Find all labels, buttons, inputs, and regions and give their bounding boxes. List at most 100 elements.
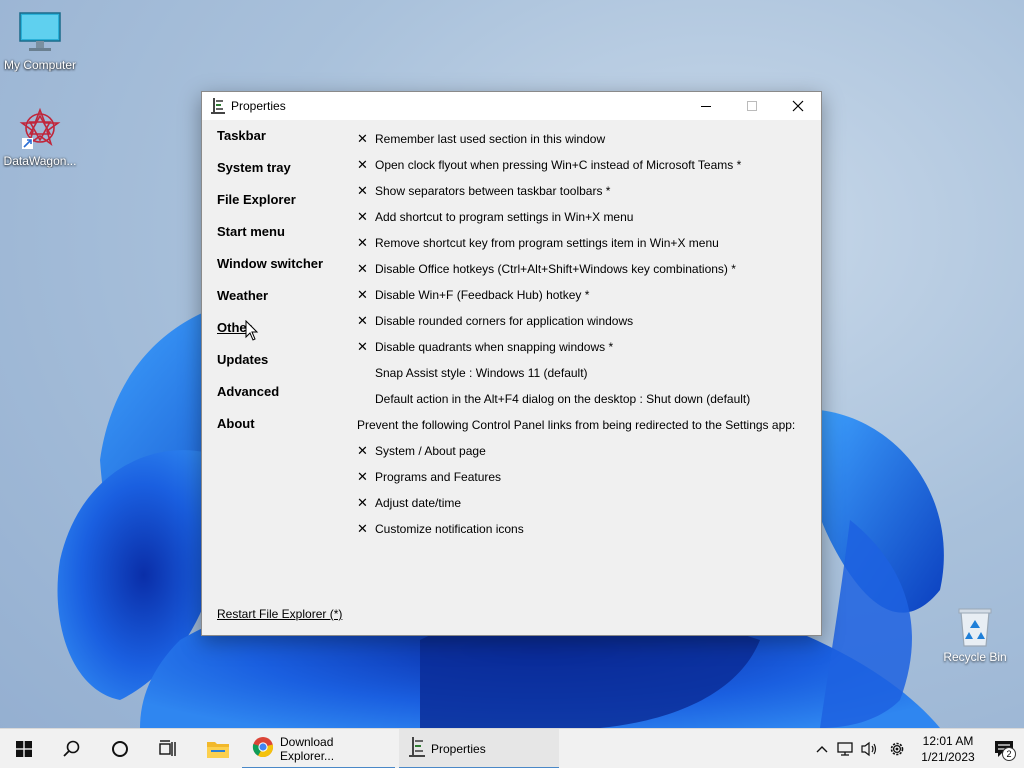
option-row[interactable]: ✕ Open clock flyout when pressing Win+C i…	[357, 152, 812, 178]
desktop-icon-datawagon[interactable]: DataWagon...	[0, 106, 80, 168]
taskbar: Download Explorer... Properties 12:01 AM…	[0, 728, 1024, 768]
nav-item-about[interactable]: About	[217, 416, 347, 448]
volume-button[interactable]	[858, 729, 882, 768]
chrome-icon	[252, 736, 274, 761]
section-nav: Taskbar System tray File Explorer Start …	[217, 128, 347, 448]
windows-logo-icon	[16, 740, 32, 757]
mouse-cursor-icon	[245, 320, 259, 341]
option-row[interactable]: ✕ Remember last used section in this wind…	[357, 126, 812, 152]
close-button[interactable]	[775, 92, 821, 120]
option-row[interactable]: ✕ Disable Office hotkeys (Ctrl+Alt+Shift+…	[357, 256, 812, 282]
option-row[interactable]: ✕ Disable Win+F (Feedback Hub) hotkey *	[357, 282, 812, 308]
checked-x-icon: ✕	[357, 157, 368, 172]
option-row[interactable]: ✕ Customize notification icons	[357, 516, 812, 542]
desktop-icon-recycle-bin[interactable]: Recycle Bin	[940, 606, 1010, 664]
window-titlebar[interactable]: Properties	[202, 92, 821, 120]
nav-item-window-switcher[interactable]: Window switcher	[217, 256, 347, 288]
file-explorer-button[interactable]	[194, 729, 242, 768]
option-row[interactable]: ✕ Disable rounded corners for application…	[357, 308, 812, 334]
minimize-button[interactable]	[683, 92, 729, 120]
restart-explorer-link[interactable]: Restart File Explorer (*)	[217, 607, 342, 621]
taskbar-app-label: Properties	[431, 741, 486, 756]
desktop-icon-label: My Computer	[3, 58, 77, 72]
option-label: Disable Win+F (Feedback Hub) hotkey *	[375, 288, 590, 302]
option-row-alt-f4-action[interactable]: Default action in the Alt+F4 dialog on t…	[357, 386, 812, 412]
taskbar-app-properties[interactable]: Properties	[399, 728, 559, 768]
close-icon	[792, 100, 804, 112]
option-row[interactable]: ✕ System / About page	[357, 438, 812, 464]
task-view-button[interactable]	[144, 729, 192, 768]
properties-icon	[211, 98, 225, 114]
checked-x-icon: ✕	[357, 339, 368, 354]
notification-count-badge: 2	[1002, 747, 1016, 761]
maximize-button[interactable]	[729, 92, 775, 120]
checked-x-icon: ✕	[357, 261, 368, 276]
checked-x-icon: ✕	[357, 235, 368, 250]
option-label: Customize notification icons	[375, 522, 524, 536]
desktop-icon-label: Recycle Bin	[943, 650, 1007, 664]
checked-x-icon: ✕	[357, 313, 368, 328]
checked-x-icon: ✕	[357, 443, 368, 458]
desktop-icon-label: DataWagon...	[3, 154, 77, 168]
option-label: Adjust date/time	[375, 496, 462, 510]
minimize-icon	[701, 106, 711, 107]
checked-x-icon: ✕	[357, 209, 368, 224]
search-button[interactable]	[48, 729, 96, 768]
checked-x-icon: ✕	[357, 495, 368, 510]
option-label: Programs and Features	[375, 470, 502, 484]
option-row[interactable]: ✕ Add shortcut to program settings in Win…	[357, 204, 812, 230]
option-row-snap-assist[interactable]: Snap Assist style : Windows 11 (default)	[357, 360, 812, 386]
option-row[interactable]: ✕ Remove shortcut key from program settin…	[357, 230, 812, 256]
chevron-up-icon	[816, 746, 828, 753]
options-panel: ✕ Remember last used section in this wind…	[357, 126, 812, 542]
system-tray: 12:01 AM 1/21/2023 2	[810, 729, 1024, 768]
recycle-bin-icon	[955, 606, 995, 648]
nav-item-start-menu[interactable]: Start menu	[217, 224, 347, 256]
checked-x-icon: ✕	[357, 131, 368, 146]
volume-icon	[861, 741, 877, 757]
option-label: Disable quadrants when snapping windows …	[375, 340, 614, 354]
option-row[interactable]: ✕ Show separators between taskbar toolbar…	[357, 178, 812, 204]
nav-item-advanced[interactable]: Advanced	[217, 384, 347, 416]
clock-date: 1/21/2023	[921, 750, 975, 764]
checked-x-icon: ✕	[357, 521, 368, 536]
show-hidden-icons-button[interactable]	[810, 729, 834, 768]
gear-icon	[890, 742, 904, 756]
nav-item-other[interactable]: Other	[217, 320, 347, 352]
properties-window: Properties Taskbar System tray File Expl…	[201, 91, 822, 636]
nav-item-weather[interactable]: Weather	[217, 288, 347, 320]
notification-center-button[interactable]: 2	[984, 729, 1024, 768]
option-label: Show separators between taskbar toolbars…	[375, 184, 611, 198]
taskbar-app-chrome[interactable]: Download Explorer...	[242, 729, 395, 768]
cortana-button[interactable]	[96, 729, 144, 768]
option-label: Disable Office hotkeys (Ctrl+Alt+Shift+W…	[375, 262, 736, 276]
start-button[interactable]	[0, 729, 48, 768]
settings-button[interactable]	[882, 729, 912, 768]
network-button[interactable]	[834, 729, 858, 768]
nav-item-updates[interactable]: Updates	[217, 352, 347, 384]
properties-icon	[409, 737, 425, 760]
cortana-icon	[112, 740, 128, 757]
nav-item-file-explorer[interactable]: File Explorer	[217, 192, 347, 224]
option-label: Open clock flyout when pressing Win+C in…	[375, 158, 742, 172]
option-row[interactable]: ✕ Adjust date/time	[357, 490, 812, 516]
nav-item-taskbar[interactable]: Taskbar	[217, 128, 347, 160]
maximize-icon	[747, 101, 757, 111]
nav-item-system-tray[interactable]: System tray	[217, 160, 347, 192]
datawagon-icon	[16, 106, 64, 152]
checked-x-icon: ✕	[357, 469, 368, 484]
option-label: Remove shortcut key from program setting…	[375, 236, 719, 250]
option-label: System / About page	[375, 444, 486, 458]
desktop-icon-my-computer[interactable]: My Computer	[0, 10, 80, 72]
section-heading: Prevent the following Control Panel link…	[357, 418, 796, 432]
monitor-icon	[16, 10, 64, 56]
option-label: Remember last used section in this windo…	[375, 132, 606, 146]
checked-x-icon: ✕	[357, 287, 368, 302]
option-label: Default action in the Alt+F4 dialog on t…	[375, 392, 751, 406]
search-icon	[63, 740, 80, 757]
taskbar-clock[interactable]: 12:01 AM 1/21/2023	[916, 733, 980, 765]
network-icon	[837, 742, 853, 756]
option-row[interactable]: ✕ Disable quadrants when snapping windows…	[357, 334, 812, 360]
option-row[interactable]: ✕ Programs and Features	[357, 464, 812, 490]
folder-icon	[207, 741, 229, 758]
